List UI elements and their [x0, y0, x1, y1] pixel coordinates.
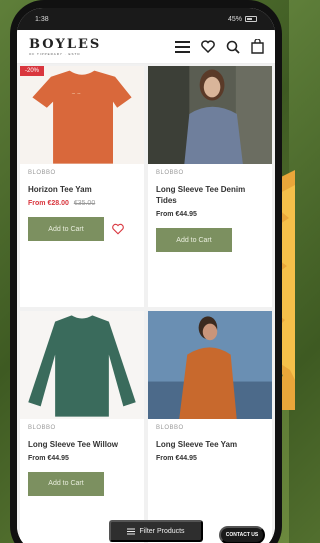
contact-us-button[interactable]: CONTACT US: [219, 526, 265, 543]
phone-frame: 1:38 45% BOYLES OF TIPPERARY · ESTD ~ ~ …: [10, 0, 282, 543]
product-image-model-yam[interactable]: [148, 310, 272, 419]
filter-label: Filter Products: [139, 527, 185, 535]
product-brand: BLOBBO: [28, 424, 56, 431]
product-card[interactable]: BLOBBO Long Sleeve Tee Denim Tides From …: [148, 66, 272, 307]
product-image-longsleeve[interactable]: [20, 310, 144, 419]
add-to-cart-button[interactable]: Add to Cart: [28, 217, 104, 241]
heart-icon[interactable]: [200, 39, 215, 54]
product-name[interactable]: Horizon Tee Yam: [28, 184, 136, 195]
filter-icon: [127, 528, 136, 534]
product-card[interactable]: ~ ~ -20% BLOBBO Horizon Tee Yam From €28…: [20, 66, 144, 307]
product-grid: ~ ~ -20% BLOBBO Horizon Tee Yam From €28…: [17, 64, 275, 543]
product-card[interactable]: BLOBBO Long Sleeve Tee Willow From €44.9…: [20, 310, 144, 543]
svg-text:~ ~: ~ ~: [72, 90, 81, 97]
product-name[interactable]: Long Sleeve Tee Yam: [156, 439, 264, 450]
product-price: From €28.00 €35.00: [28, 200, 136, 207]
product-brand: BLOBBO: [156, 170, 184, 176]
site-header: BOYLES OF TIPPERARY · ESTD: [17, 30, 275, 64]
status-time: 1:38: [35, 15, 49, 23]
status-bar: 1:38 45%: [17, 8, 275, 30]
product-card[interactable]: BLOBBO Long Sleeve Tee Yam From €44.95: [148, 310, 272, 543]
search-icon[interactable]: [225, 39, 240, 54]
sale-badge: -20%: [20, 66, 45, 76]
header-icons: [175, 39, 265, 54]
add-to-cart-button[interactable]: Add to Cart: [156, 228, 232, 252]
product-price: From €44.95: [156, 211, 197, 218]
wishlist-heart-icon[interactable]: [112, 223, 124, 235]
original-price: €35.00: [73, 200, 96, 207]
product-brand: BLOBBO: [156, 424, 184, 431]
product-brand: BLOBBO: [28, 170, 56, 176]
battery-percent: 45%: [227, 15, 242, 23]
product-name[interactable]: Long Sleeve Tee Willow: [28, 439, 136, 450]
product-name[interactable]: Long Sleeve Tee Denim Tides: [156, 184, 264, 206]
bag-icon[interactable]: [250, 39, 265, 54]
filter-products-button[interactable]: Filter Products: [109, 520, 203, 542]
menu-icon[interactable]: [175, 39, 190, 54]
add-to-cart-button[interactable]: Add to Cart: [28, 471, 104, 496]
logo-subtext: OF TIPPERARY · ESTD: [29, 52, 81, 56]
product-image-model-denim[interactable]: [148, 66, 272, 164]
battery-icon: [245, 16, 257, 22]
product-image-tshirt[interactable]: ~ ~ -20%: [20, 66, 144, 164]
logo[interactable]: BOYLES OF TIPPERARY · ESTD: [29, 37, 101, 56]
status-indicators: 45%: [228, 16, 257, 23]
logo-text: BOYLES: [29, 37, 102, 52]
phone-screen: 1:38 45% BOYLES OF TIPPERARY · ESTD ~ ~ …: [17, 8, 275, 543]
product-price: From €44.95: [28, 454, 69, 462]
sale-price: From €28.00: [28, 200, 69, 207]
product-price: From €44.95: [156, 454, 197, 462]
